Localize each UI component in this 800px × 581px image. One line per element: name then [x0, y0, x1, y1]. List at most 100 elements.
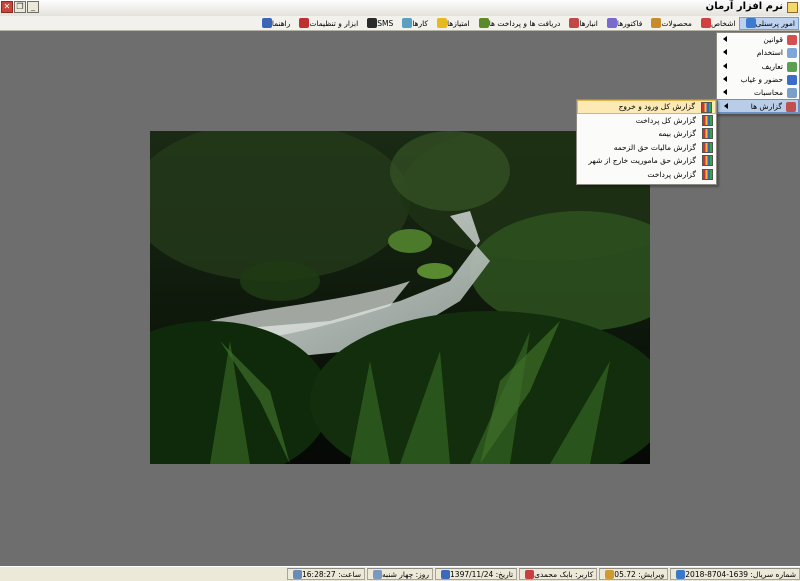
- close-button[interactable]: ✕: [1, 1, 13, 13]
- report-book-icon: [702, 128, 713, 139]
- dropdown-item-label: تعاریف: [761, 61, 783, 71]
- menu-item-6[interactable]: امتیازها: [431, 17, 473, 30]
- people-icon: [700, 18, 711, 28]
- document-icon: [787, 35, 797, 45]
- menu-bar: امور پرسنلی اشخاص محصولات فاکتورها انبارها در…: [0, 16, 800, 31]
- dropdown-item-2[interactable]: تعاریف: [717, 60, 799, 73]
- dropdown-item-3[interactable]: حضور و غیاب: [717, 73, 799, 86]
- calculator-icon: [787, 88, 797, 99]
- day-icon: [373, 569, 383, 579]
- dropdown-item-label: استخدام: [756, 48, 783, 58]
- menu-item-label: امتیازها: [446, 18, 470, 28]
- submenu-item-2[interactable]: گزارش بیمه: [577, 127, 716, 141]
- payment-icon: [478, 18, 489, 28]
- tools-icon: [299, 18, 310, 28]
- menu-item-0[interactable]: امور پرسنلی: [738, 16, 799, 30]
- user-icon: [525, 569, 535, 579]
- status-text: شماره سریال: 1639-8704-2018: [685, 569, 796, 579]
- status-text: ساعت: 16:28:27: [302, 569, 362, 579]
- window-title: نرم افزار آرمان: [705, 1, 783, 12]
- serial-icon: [676, 569, 686, 579]
- menu-item-8[interactable]: SMS: [361, 17, 396, 30]
- menu-item-label: کارها: [412, 18, 428, 28]
- report-book-icon: [702, 114, 713, 126]
- minimize-button[interactable]: _: [27, 1, 39, 13]
- status-panel-4: روز: چهار شنبه: [367, 568, 434, 580]
- menu-item-label: راهنما: [271, 18, 291, 28]
- menu-item-2[interactable]: محصولات: [645, 17, 695, 30]
- forest-stream-image: [150, 131, 650, 464]
- menu-item-9[interactable]: ابزار و تنظیمات: [293, 17, 361, 30]
- reports-icon: [786, 102, 796, 113]
- help-icon: [261, 18, 272, 28]
- status-panel-0: شماره سریال: 1639-8704-2018: [670, 568, 800, 580]
- submenu-arrow-icon: [723, 75, 727, 82]
- status-panel-2: کاربر: بابک محمدی: [519, 568, 598, 580]
- status-text: ویرایش: 05.72: [614, 569, 665, 579]
- invoice-icon: [606, 18, 617, 28]
- report-book-icon: [702, 141, 713, 153]
- menu-item-label: SMS: [377, 18, 394, 28]
- menu-item-label: ابزار و تنظیمات: [309, 18, 359, 28]
- menu-item-4[interactable]: انبارها: [563, 17, 601, 30]
- menu-item-3[interactable]: فاکتورها: [601, 17, 645, 30]
- report-book-icon: [702, 155, 713, 166]
- menu-item-7[interactable]: کارها: [396, 17, 431, 30]
- menu-item-label: فاکتورها: [616, 18, 643, 28]
- menu-item-label: امور پرسنلی: [755, 18, 796, 28]
- window-controls: ✕ ❐ _: [1, 1, 39, 13]
- submenu-item-label: گزارش کل ورود و خروج: [618, 102, 695, 112]
- reports-submenu: گزارش کل ورود و خروج گزارش کل پرداخت گزارش…: [576, 99, 717, 185]
- status-panel-1: ویرایش: 05.72: [599, 568, 669, 580]
- menu-item-1[interactable]: اشخاص: [695, 17, 739, 30]
- hire-icon: [787, 48, 797, 59]
- restore-button[interactable]: ❐: [14, 1, 26, 13]
- submenu-item-label: گزارش مالیات حق الزحمه: [613, 142, 696, 152]
- dropdown-item-label: گزارش ها: [750, 101, 782, 111]
- menu-item-label: اشخاص: [710, 18, 736, 28]
- tasks-icon: [402, 18, 413, 28]
- menu-item-label: محصولات: [661, 18, 692, 28]
- dropdown-item-4[interactable]: محاسبات: [717, 86, 799, 99]
- background-photo: [150, 131, 650, 464]
- menu-item-label: دریافت ها و پرداخت ها: [488, 18, 561, 28]
- submenu-item-label: گزارش کل پرداخت: [635, 115, 696, 125]
- submenu-item-0[interactable]: گزارش کل ورود و خروج: [577, 100, 716, 114]
- dropdown-item-label: حضور و غیاب: [740, 75, 783, 85]
- edit-icon: [605, 569, 615, 579]
- clock-icon: [293, 569, 303, 579]
- submenu-item-3[interactable]: گزارش مالیات حق الزحمه: [577, 141, 716, 155]
- submenu-item-label: گزارش بیمه: [658, 129, 696, 139]
- sms-icon: [367, 18, 378, 28]
- dropdown-item-0[interactable]: قوانین: [717, 33, 799, 46]
- title-bar: ✕ ❐ _ نرم افزار آرمان: [0, 0, 800, 17]
- menu-item-5[interactable]: دریافت ها و پرداخت ها: [473, 17, 564, 30]
- submenu-arrow-icon: [723, 89, 727, 96]
- calendar-icon: [441, 569, 451, 579]
- definitions-icon: [787, 61, 797, 72]
- submenu-item-5[interactable]: گزارش پرداخت: [577, 168, 716, 182]
- status-text: کاربر: بابک محمدی: [534, 569, 594, 579]
- dropdown-item-1[interactable]: استخدام: [717, 46, 799, 59]
- submenu-item-1[interactable]: گزارش کل پرداخت: [577, 114, 716, 128]
- status-text: تاریخ: 1397/11/24: [450, 569, 514, 579]
- people-icon: [745, 18, 756, 28]
- dropdown-item-label: محاسبات: [753, 88, 783, 98]
- menu-item-10[interactable]: راهنما: [256, 17, 294, 30]
- submenu-item-label: گزارش پرداخت: [647, 169, 696, 179]
- box-icon: [651, 18, 662, 28]
- submenu-arrow-icon: [723, 36, 727, 42]
- personnel-dropdown-menu: قوانین استخدام تعاریف حضور و غیاب محاسبات گزا…: [716, 32, 800, 114]
- status-bar: شماره سریال: 1639-8704-2018 ویرایش: 05.72…: [0, 566, 800, 581]
- status-panel-5: ساعت: 16:28:27: [287, 568, 366, 580]
- submenu-item-label: گزارش حق ماموریت خارج از شهر: [588, 156, 696, 166]
- submenu-arrow-icon: [724, 103, 728, 110]
- dropdown-item-label: قوانین: [763, 35, 783, 45]
- submenu-item-4[interactable]: گزارش حق ماموریت خارج از شهر: [577, 154, 716, 168]
- submenu-arrow-icon: [723, 62, 727, 69]
- menu-item-label: انبارها: [579, 18, 598, 28]
- warehouse-icon: [569, 18, 580, 28]
- dropdown-item-5[interactable]: گزارش ها: [717, 99, 799, 113]
- report-book-icon: [702, 168, 713, 180]
- star-icon: [436, 18, 447, 28]
